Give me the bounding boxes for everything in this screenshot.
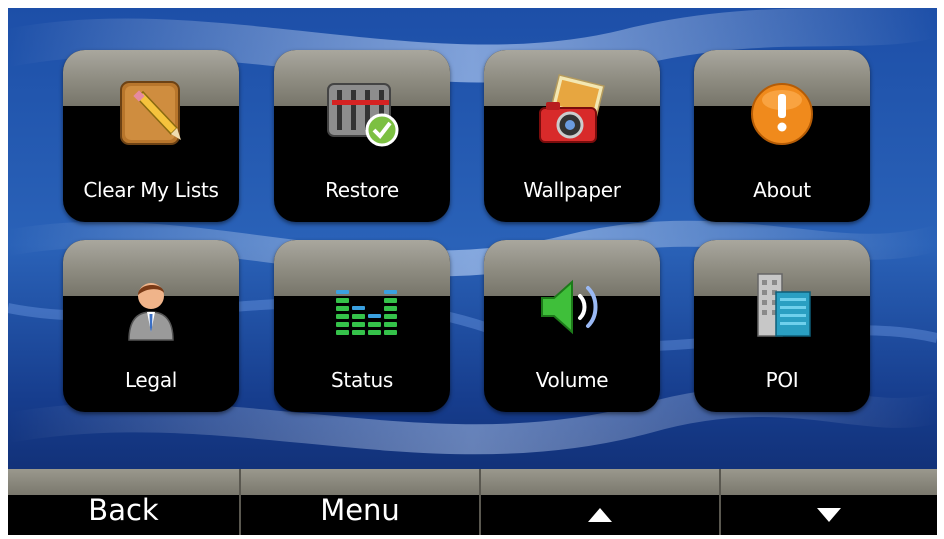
- legal-button[interactable]: Legal: [63, 240, 239, 412]
- person-icon: [111, 262, 191, 342]
- restore-button[interactable]: Restore: [274, 50, 450, 222]
- tile-label: Clear My Lists: [83, 178, 219, 202]
- exclamation-icon: [742, 72, 822, 152]
- menu-button[interactable]: Menu: [241, 469, 479, 535]
- wallpaper-button[interactable]: Wallpaper: [484, 50, 660, 222]
- tile-label: Wallpaper: [523, 178, 621, 202]
- status-bars-icon: [322, 262, 402, 342]
- camera-photos-icon: [532, 72, 612, 152]
- tile-label: About: [753, 178, 811, 202]
- speaker-icon: [532, 262, 612, 342]
- back-button[interactable]: Back: [8, 469, 239, 535]
- tile-label: Legal: [124, 368, 178, 392]
- down-arrow-icon: [817, 508, 841, 522]
- scroll-up-button[interactable]: [481, 469, 719, 535]
- up-arrow-icon: [588, 508, 612, 522]
- building-icon: [742, 262, 822, 342]
- button-cap: [481, 469, 719, 495]
- button-cap: [721, 469, 937, 495]
- tile-label: Status: [331, 368, 393, 392]
- status-button[interactable]: Status: [274, 240, 450, 412]
- button-cap: [8, 469, 239, 495]
- poi-button[interactable]: POI: [694, 240, 870, 412]
- bottom-navigation-bar: Back Menu: [8, 469, 937, 535]
- about-button[interactable]: About: [694, 50, 870, 222]
- menu-label: Menu: [320, 493, 400, 527]
- pencil-note-icon: [111, 72, 191, 152]
- volume-button[interactable]: Volume: [484, 240, 660, 412]
- settings-screen: Clear My Lists Restore Wallpaper About L…: [8, 8, 937, 535]
- tile-label: POI: [765, 368, 799, 392]
- scroll-down-button[interactable]: [721, 469, 937, 535]
- clear-my-lists-button[interactable]: Clear My Lists: [63, 50, 239, 222]
- button-cap: [241, 469, 479, 495]
- tile-label: Volume: [535, 368, 609, 392]
- back-label: Back: [88, 493, 159, 527]
- tile-label: Restore: [325, 178, 399, 202]
- equalizer-restore-icon: [322, 72, 402, 152]
